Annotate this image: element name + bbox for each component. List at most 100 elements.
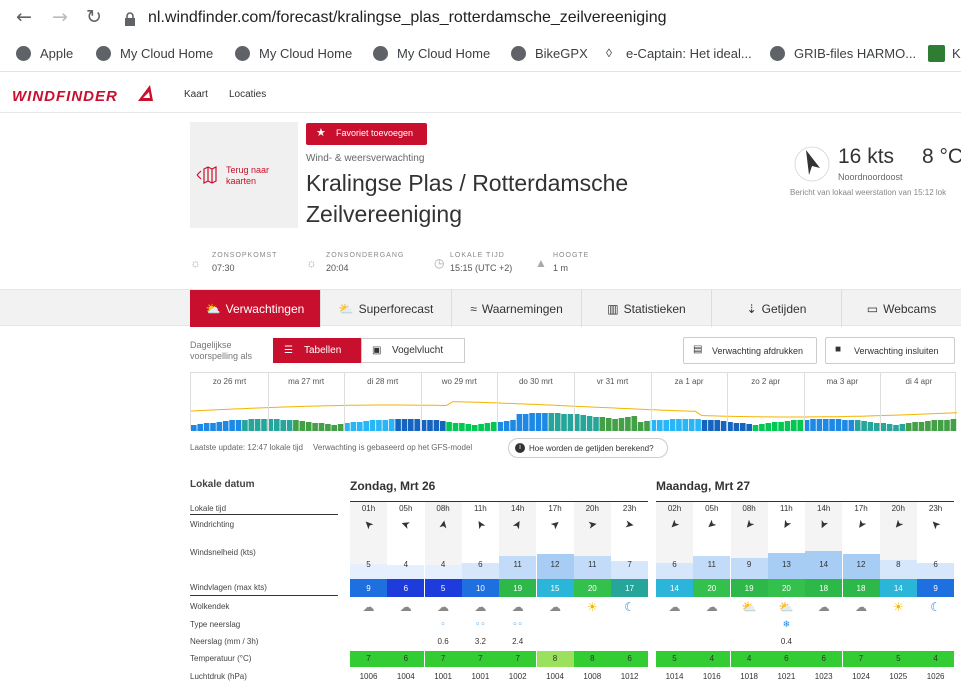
nav-kaart[interactable]: Kaart: [184, 89, 208, 100]
overview-bar: [612, 419, 618, 431]
cloud-icon: ☁: [474, 600, 487, 614]
map-icon: [196, 166, 217, 184]
reload-icon[interactable]: ↻: [86, 6, 102, 28]
temperature-value: 6: [784, 654, 789, 663]
sunrise-icon: ☼: [190, 256, 201, 270]
tab-statistieken[interactable]: ▥ Statistieken: [582, 290, 712, 327]
overview-bar: [388, 419, 395, 431]
wind-speed-value: 11: [707, 560, 716, 569]
wind-speed-value: 9: [746, 560, 752, 569]
overview-bar: [248, 419, 255, 431]
overview-bar: [203, 423, 210, 431]
view-table-button[interactable]: ☰ Tabellen: [273, 338, 361, 363]
overview-bar: [478, 424, 484, 431]
tab-verwachtingen[interactable]: ⛅ Verwachtingen: [190, 290, 321, 327]
gust-value: 6: [403, 584, 409, 593]
windfinder-logo[interactable]: WINDFINDER: [12, 88, 118, 105]
globe-icon: [373, 46, 388, 61]
tab-getijden[interactable]: ⇣ Getijden: [712, 290, 842, 327]
back-arrow-icon[interactable]: ←: [16, 6, 32, 28]
pressure-value: 1006: [359, 672, 378, 681]
tab-webcams[interactable]: ▭ Webcams: [842, 290, 961, 327]
overview-bar: [931, 420, 938, 431]
bookmark-bikegpx[interactable]: BikeGPX: [535, 46, 588, 61]
tab-waarnemingen[interactable]: ≈ Waarnemingen: [452, 290, 582, 327]
overview-bar: [484, 423, 491, 431]
overview-bar: [631, 416, 638, 431]
overview-bar: [299, 421, 306, 431]
page-subtitle: Wind- & weersverwachting: [306, 153, 425, 164]
wind-speed-value: 6: [478, 560, 483, 569]
bookmark-my-cloud-home-1[interactable]: My Cloud Home: [120, 46, 213, 61]
precip-value: 0.4: [780, 637, 792, 646]
rain-drops-icon: ◦◦: [512, 620, 523, 630]
overview-bar: [293, 420, 299, 431]
overview-bar: [465, 424, 472, 431]
pressure-value: 1023: [814, 672, 833, 681]
overview-day-label: ma 3 apr: [826, 377, 859, 386]
bird-view-icon: ▣: [372, 345, 382, 356]
bookmark-my-cloud-home-2[interactable]: My Cloud Home: [259, 46, 352, 61]
info-icon: i: [515, 443, 525, 453]
row-label: Temperatuur (°C): [190, 654, 252, 663]
snow-icon: ❄: [782, 620, 791, 630]
wind-speed-value: 12: [550, 560, 560, 569]
overview-bar: [452, 423, 459, 431]
star-icon: ★: [316, 126, 326, 139]
temperature-value: 4: [933, 654, 938, 663]
overview-bar: [516, 414, 523, 431]
favorite-button[interactable]: ★ Favoriet toevoegen: [306, 123, 427, 145]
overview-bar: [210, 423, 216, 431]
cloud-icon: ☁: [817, 600, 830, 614]
page-title: Kralingse Plas / Rotterdamsche Zeilveree…: [306, 170, 629, 227]
tide-info-button[interactable]: i Hoe worden de getijden berekend?: [508, 438, 668, 458]
overview-bar: [695, 419, 701, 431]
wind-speed-value: 7: [627, 560, 632, 569]
embed-forecast-button[interactable]: ■ Verwachting insluiten: [825, 337, 955, 364]
wind-speed-value: 13: [781, 560, 791, 569]
row-label: Luchtdruk (hPa): [190, 672, 247, 681]
temperature-value: 4: [709, 654, 715, 663]
overview-bar: [593, 417, 599, 431]
tab-superforecast[interactable]: ⛅ Superforecast: [321, 290, 452, 327]
overview-bar: [503, 421, 510, 431]
overview-bar: [318, 423, 325, 431]
overview-bar: [446, 422, 452, 431]
gust-value: 18: [856, 584, 866, 593]
bookmark-my-cloud-home-3[interactable]: My Cloud Home: [397, 46, 490, 61]
bookmark-ecaptain[interactable]: e-Captain: Het ideal...: [626, 46, 752, 61]
view-bird-button[interactable]: ▣ Vogelvlucht: [361, 338, 465, 363]
overview-bar: [944, 420, 950, 431]
forward-arrow-icon[interactable]: →: [52, 6, 68, 28]
overview-bar: [618, 418, 625, 431]
nav-locaties[interactable]: Locaties: [229, 89, 266, 100]
forecast-overview-strip[interactable]: zo 26 mrt ma 27 mrt di 28 mrt wo 29 mrt do 3…: [190, 372, 957, 431]
webcam-icon: ▭: [866, 301, 879, 316]
overview-bar: [778, 422, 784, 431]
last-update-text: Laatste update: 12:47 lokale tijd Verwach…: [190, 443, 473, 452]
gust-value: 18: [819, 584, 829, 593]
wind-direction-arrow-icon: [794, 146, 830, 182]
pressure-value: 1014: [665, 672, 684, 681]
temperature-value: 6: [403, 654, 409, 663]
back-to-map-label[interactable]: Terug naar kaarten: [226, 165, 281, 187]
print-forecast-button[interactable]: ▤ Verwachting afdrukken: [683, 337, 817, 364]
temperature-value: 4: [746, 654, 752, 663]
bookmark-grib[interactable]: GRIB-files HARMO...: [794, 46, 916, 61]
statistics-icon: ▥: [607, 301, 619, 316]
pressure-value: 1008: [583, 672, 602, 681]
globe-icon: [511, 46, 526, 61]
overview-day-label: di 28 mrt: [367, 377, 399, 386]
station-report-note: Bericht van lokaal weerstation van 15:12…: [790, 188, 947, 197]
overview-bar: [459, 423, 465, 431]
overview-bar: [918, 422, 925, 431]
bookmark-k[interactable]: K: [952, 46, 961, 61]
wind-speed-value: 5: [366, 560, 371, 569]
cloud-icon: ☁: [511, 600, 524, 614]
globe-icon: [96, 46, 111, 61]
temperature-value: 7: [515, 654, 520, 663]
overview-bar: [580, 415, 586, 431]
address-bar[interactable]: nl.windfinder.com/forecast/kralingse_pla…: [148, 9, 667, 27]
sun-icon: ☀: [586, 600, 598, 614]
bookmark-apple[interactable]: Apple: [40, 46, 73, 61]
